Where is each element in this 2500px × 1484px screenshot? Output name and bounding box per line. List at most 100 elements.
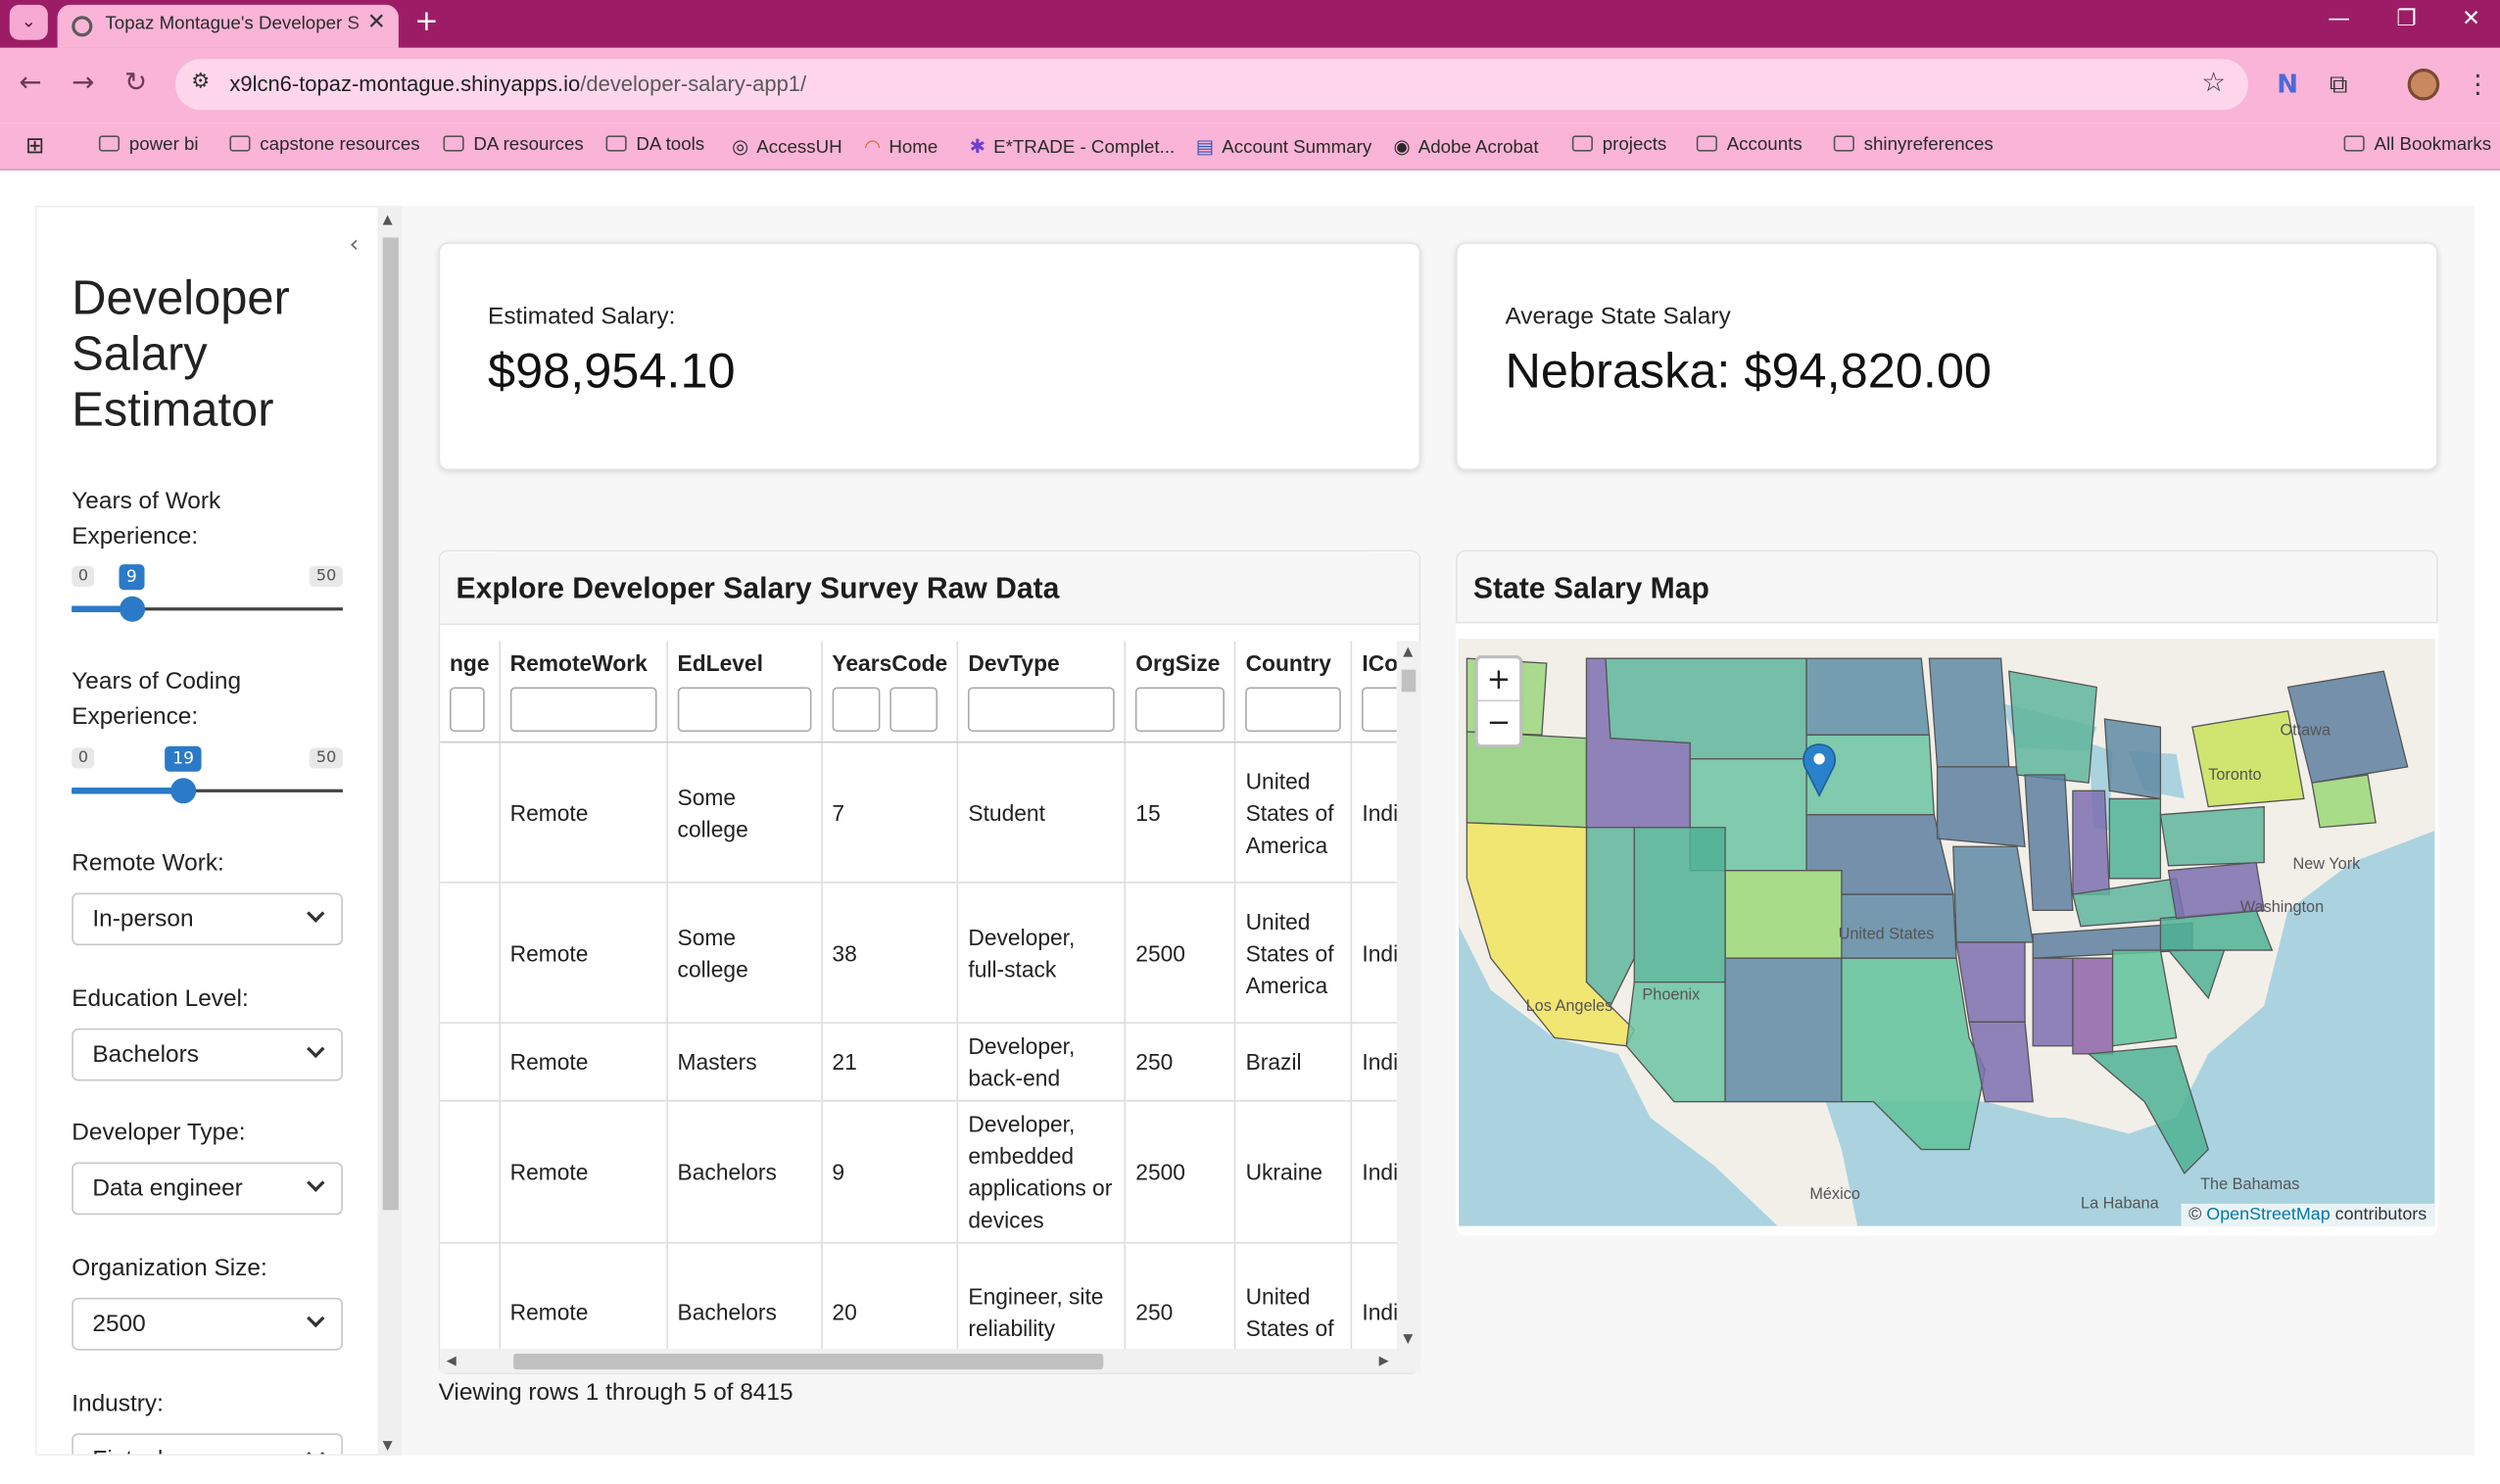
sidebar-scrollbar[interactable]: ▲ ▼ [379, 205, 403, 1456]
code-exp-slider[interactable]: 0 50 19 [72, 745, 343, 824]
new-tab-icon[interactable]: + [414, 5, 439, 38]
menu-icon[interactable]: ⋮ [2465, 69, 2490, 99]
bookmark-folder[interactable]: DA resources [443, 135, 584, 155]
industry-select[interactable]: Fintech [72, 1433, 343, 1455]
table-row[interactable]: Remote Bachelors 20 Engineer, site reliabil… [440, 1242, 1397, 1349]
leaflet-map[interactable]: + − Ottawa Toronto New York Washington U… [1459, 639, 2435, 1226]
scrollbar-thumb[interactable] [513, 1353, 1104, 1370]
scrollbar-thumb[interactable] [1401, 669, 1417, 693]
scroll-up-icon[interactable]: ▲ [1403, 645, 1413, 659]
forward-icon[interactable]: → [72, 67, 94, 99]
accessuh-icon: ◎ [732, 135, 749, 159]
minimize-icon[interactable]: — [2328, 7, 2350, 32]
filter-input-min[interactable] [832, 687, 881, 733]
table-row[interactable]: Remote Some college 38 Developer, full-stac… [440, 882, 1397, 1024]
tab-search-icon[interactable]: ⌄ [9, 4, 48, 40]
bookmark-link[interactable]: ◠ Home [864, 135, 938, 158]
bookmark-folder[interactable]: capstone resources [229, 135, 420, 155]
attribution-suffix: contributors [2334, 1205, 2428, 1224]
table-cell: Bachelors [666, 1242, 823, 1349]
bookmark-link[interactable]: ◎ AccessUH [732, 135, 842, 158]
table-row[interactable]: Remote Some college 7 Student 15 United State… [440, 742, 1397, 884]
column-header[interactable]: Country [1235, 641, 1353, 683]
zoom-out-button[interactable]: − [1478, 701, 1519, 744]
profile-avatar[interactable] [2407, 68, 2440, 101]
state-massachusetts [2311, 774, 2377, 829]
n-extension-icon[interactable]: N [2277, 69, 2298, 99]
filter-input[interactable] [1245, 687, 1342, 733]
collapse-sidebar-icon[interactable]: ‹ [349, 229, 359, 258]
site-info-icon[interactable]: ⚙ [191, 71, 210, 94]
column-header[interactable]: EdLevel [666, 641, 823, 683]
filter-input[interactable] [1135, 687, 1226, 733]
remote-work-select[interactable]: In-person [72, 892, 343, 946]
column-header[interactable]: ICorPM [1351, 641, 1397, 683]
bookmark-folder[interactable]: projects [1571, 135, 1666, 155]
column-header[interactable]: OrgSize [1125, 641, 1236, 683]
address-bar[interactable]: ⚙ x9lcn6-topaz-montague.shinyapps.io/dev… [175, 59, 2248, 111]
bookmark-link[interactable]: ◉ Adobe Acrobat [1394, 135, 1539, 158]
all-bookmarks[interactable]: All Bookmarks [2343, 135, 2491, 155]
table-cell: Some college [666, 882, 823, 1024]
browser-tab[interactable]: Topaz Montague's Developer S ✕ [57, 4, 399, 48]
scroll-up-icon[interactable]: ▲ [383, 212, 393, 226]
column-header[interactable]: YearsCode [821, 641, 959, 683]
bookmark-folder[interactable]: Accounts [1696, 135, 1803, 155]
filter-input[interactable] [1362, 687, 1397, 733]
bookmark-star-icon[interactable]: ☆ [2201, 67, 2226, 99]
scroll-down-icon[interactable]: ▼ [383, 1438, 393, 1453]
extensions-icon[interactable]: ⧉ [2330, 69, 2348, 101]
map-label: México [1809, 1185, 1860, 1204]
scrollbar-thumb[interactable] [382, 237, 399, 1211]
sidebar: ‹ Developer Salary Estimator Years of Wo… [34, 205, 380, 1456]
table-cell: 250 [1125, 1242, 1236, 1349]
card-header: Explore Developer Salary Survey Raw Data [440, 551, 1419, 626]
filter-input[interactable] [968, 687, 1116, 733]
bookmark-link[interactable]: ✱ E*TRADE - Complet... [970, 135, 1176, 158]
table-cell: 2500 [1125, 882, 1236, 1024]
folder-icon [1696, 135, 1717, 152]
column-header[interactable]: RemoteWork [500, 641, 668, 683]
slider-handle[interactable] [170, 778, 197, 804]
window-close-icon[interactable]: ✕ [2462, 7, 2480, 32]
table-cell: Individual contributor [1351, 1100, 1397, 1244]
back-icon[interactable]: ← [20, 67, 42, 99]
table-row[interactable]: Remote Bachelors 9 Developer, embedded appl… [440, 1100, 1397, 1244]
orgsize-select[interactable]: 2500 [72, 1297, 343, 1351]
close-icon[interactable]: ✕ [367, 10, 386, 35]
filter-input[interactable] [677, 687, 812, 733]
apps-grid-icon[interactable]: ⊞ [25, 132, 44, 160]
zoom-in-button[interactable]: + [1477, 658, 1520, 702]
bookmark-folder[interactable]: shinyreferences [1833, 135, 1994, 155]
column-header[interactable]: DevType [957, 641, 1127, 683]
work-exp-label: Years of Work Experience: [72, 488, 221, 551]
table-vertical-scrollbar[interactable]: ▲ ▼ [1396, 641, 1421, 1349]
table-cell [440, 882, 501, 1024]
home-icon: ◠ [864, 135, 882, 159]
devtype-select[interactable]: Data engineer [72, 1162, 343, 1216]
folder-icon [229, 135, 251, 152]
work-exp-slider[interactable]: 0 50 9 [72, 564, 343, 643]
table-cell: Developer, back-end [957, 1023, 1127, 1102]
reload-icon[interactable]: ↻ [124, 67, 147, 99]
openstreetmap-link[interactable]: OpenStreetMap [2206, 1205, 2330, 1224]
bookmark-link[interactable]: ▤ Account Summary [1196, 135, 1372, 158]
scroll-left-icon[interactable]: ◀ [447, 1354, 457, 1368]
raw-data-card: Explore Developer Salary Survey Raw Data… [438, 550, 1421, 1374]
table-horizontal-scrollbar[interactable]: ◀ ▶ [440, 1348, 1421, 1373]
state-wisconsin [2008, 670, 2097, 784]
folder-icon [443, 135, 464, 152]
education-select[interactable]: Bachelors [72, 1028, 343, 1081]
bookmark-folder[interactable]: DA tools [605, 135, 704, 155]
column-header[interactable]: nge [440, 641, 501, 683]
filter-input[interactable] [449, 687, 485, 733]
slider-handle[interactable] [119, 596, 145, 622]
filter-input-max[interactable] [889, 687, 938, 733]
bookmark-folder[interactable]: power bi [98, 135, 199, 155]
chevron-down-icon [307, 1173, 325, 1192]
scroll-right-icon[interactable]: ▶ [1379, 1354, 1389, 1368]
scroll-down-icon[interactable]: ▼ [1403, 1331, 1413, 1346]
table-row[interactable]: Remote Masters 21 Developer, back-end 250 Bra… [440, 1023, 1397, 1102]
filter-input[interactable] [509, 687, 657, 733]
restore-icon[interactable]: ❐ [2396, 7, 2416, 32]
